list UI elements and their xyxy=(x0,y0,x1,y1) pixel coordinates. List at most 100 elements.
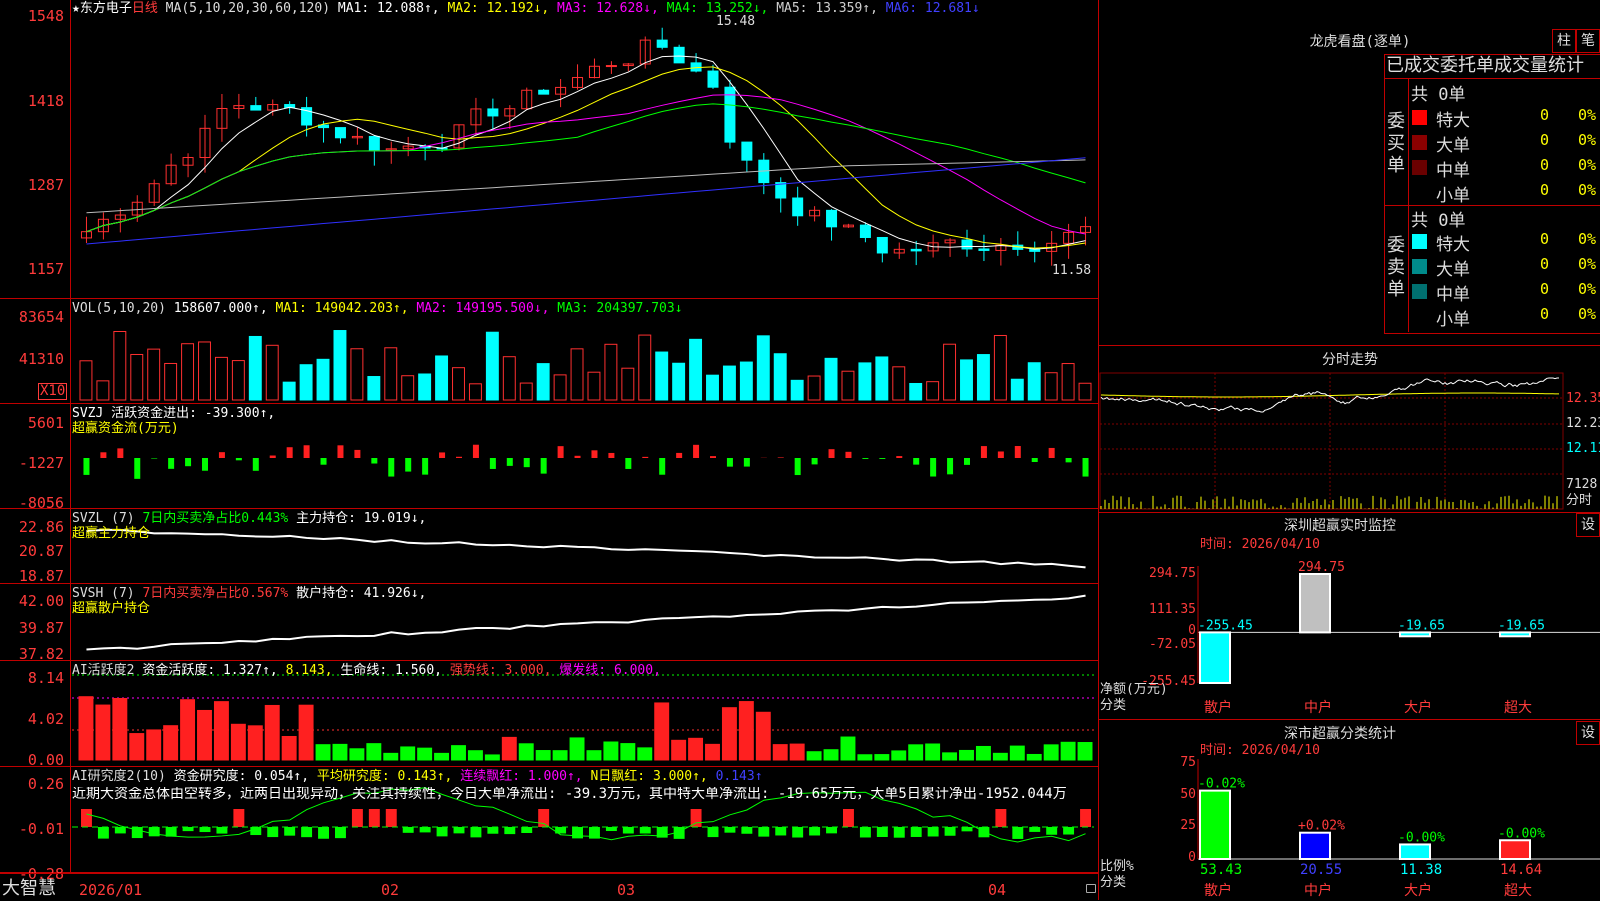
candle xyxy=(539,90,549,94)
bar-mode-button[interactable]: 柱 xyxy=(1552,29,1576,53)
ai-active-bar xyxy=(79,697,93,760)
svzj-bar xyxy=(134,458,140,479)
ai-active-life: 生命线: 1.560, xyxy=(340,663,442,678)
sz-stat-bar xyxy=(1300,833,1330,859)
sz-stat-settings-button[interactable]: 设 xyxy=(1576,721,1600,745)
svzj-bar xyxy=(117,448,123,458)
stock-name[interactable]: ★东方电子 xyxy=(72,1,132,16)
vol-header: VOL(5,10,20) 158607.000↑, MA1: 149042.20… xyxy=(72,301,683,316)
volume-bar xyxy=(199,342,211,400)
period-label[interactable]: 日线 xyxy=(132,1,158,16)
minute-title: 分时走势 xyxy=(1270,349,1430,369)
ai-research-bar xyxy=(267,827,278,837)
svzj-bar xyxy=(541,458,547,474)
svzj-bar xyxy=(490,458,496,469)
ma2-value: MA2: 12.192↓, xyxy=(447,1,549,16)
volume-bar xyxy=(791,380,803,400)
ai-research-bar xyxy=(284,827,295,836)
ai-research-tick-1: 0.26 xyxy=(0,775,64,793)
ai-research-bar xyxy=(724,827,735,833)
ai-active-bar xyxy=(401,747,415,760)
candle xyxy=(335,128,345,138)
ai-active-bar xyxy=(164,726,178,760)
ai-research-bar xyxy=(708,827,719,837)
svzl-sub: 超赢主力持仓 xyxy=(72,526,150,541)
main-chart-canvas[interactable] xyxy=(0,0,1098,900)
svzj-bar xyxy=(100,452,106,458)
volume-bar xyxy=(961,360,973,400)
ai-research-bar xyxy=(826,827,837,833)
ai-research-bar xyxy=(200,827,211,832)
ai-active-bar xyxy=(502,737,516,760)
lock-icon[interactable] xyxy=(1086,884,1096,893)
svzj-bar xyxy=(83,458,89,475)
svzj-bar xyxy=(354,450,360,458)
svzj-bar xyxy=(270,456,276,458)
candle xyxy=(860,225,870,237)
volume-bar xyxy=(622,368,634,400)
sz-stat-cat-label: 超大 xyxy=(1504,883,1532,899)
candle xyxy=(877,237,887,252)
ai-active-bar xyxy=(231,724,245,760)
sz-monitor-settings-button[interactable]: 设 xyxy=(1576,513,1600,537)
ai-active-bar xyxy=(943,753,957,760)
ai-research-bar xyxy=(792,827,803,838)
volume-bar xyxy=(300,365,312,400)
minute-panel[interactable] xyxy=(1099,345,1600,513)
volume-bar xyxy=(385,348,397,400)
ai-active-bar xyxy=(96,705,110,760)
sell-row-count: 0 xyxy=(1540,305,1549,323)
volume-bar xyxy=(977,355,989,400)
sz-stat-tick-4: 0 xyxy=(1160,850,1196,865)
sz-stat-bar xyxy=(1500,840,1530,859)
volume-bar xyxy=(842,371,854,400)
sell-row-percent: 0% xyxy=(1578,305,1596,323)
volume-bar xyxy=(690,339,702,400)
svzj-bar xyxy=(744,458,750,467)
sell-row-swatch xyxy=(1412,284,1427,299)
bottom-axis-bar xyxy=(0,873,1098,901)
volume-bar xyxy=(639,335,651,400)
svzl-hold: 主力持仓: 19.019↓, xyxy=(296,511,426,526)
ai-active-bar xyxy=(130,734,144,760)
sell-row-count: 0 xyxy=(1540,280,1549,298)
candle xyxy=(1030,249,1040,251)
ai-research-bar xyxy=(843,809,854,827)
ai-research-bar xyxy=(741,827,752,834)
svzj-bar xyxy=(473,445,479,458)
ai-active-params: AI活跃度2 xyxy=(72,663,134,678)
tick-mode-button[interactable]: 笔 xyxy=(1576,29,1600,53)
vol-ma1: MA1: 149042.203↑, xyxy=(276,301,409,316)
sz-monitor-tick-4: -72.05 xyxy=(1140,637,1196,652)
volume-bar xyxy=(165,363,177,400)
price-tick-2: 1418 xyxy=(0,92,64,110)
ma30-line xyxy=(87,104,1086,232)
ai-active-val2: 8.143, xyxy=(286,663,333,678)
sell-row-swatch xyxy=(1412,234,1427,249)
brand-label: 大智慧 xyxy=(2,879,56,899)
ai-research-bar xyxy=(420,827,431,832)
ai-research-bar xyxy=(115,827,126,833)
volume-bar xyxy=(571,349,583,400)
ai-active-bar xyxy=(858,755,872,760)
vol-tick-1: 83654 xyxy=(0,308,64,326)
ai-active-bar xyxy=(570,738,584,760)
svzl-header: SVZL (7) 7日内买卖净占比0.443% 主力持仓: 19.019↓, xyxy=(72,511,426,526)
volume-bar xyxy=(436,356,448,400)
candle xyxy=(657,40,667,47)
ai-research-bar xyxy=(318,827,329,839)
buy-total: 共 0单 xyxy=(1411,80,1465,105)
candle xyxy=(742,142,752,160)
svzl-ratio: 7日内买卖净占比0.443% xyxy=(142,511,288,526)
volume-bar xyxy=(723,366,735,400)
sz-stat-change-label: -0.00% xyxy=(1498,826,1545,841)
order-stats-title: 已成交委托单成交量统计 xyxy=(1386,55,1584,77)
svzj-bar xyxy=(930,458,936,477)
volume-bar xyxy=(334,331,346,400)
volume-bar xyxy=(673,363,685,400)
ai-active-bar xyxy=(452,746,466,760)
buy-row-count: 0 xyxy=(1540,156,1549,174)
candle xyxy=(962,240,972,249)
sz-stat-time: 时间: 2026/04/10 xyxy=(1200,743,1320,758)
vol-tick-2: 41310 xyxy=(0,350,64,368)
